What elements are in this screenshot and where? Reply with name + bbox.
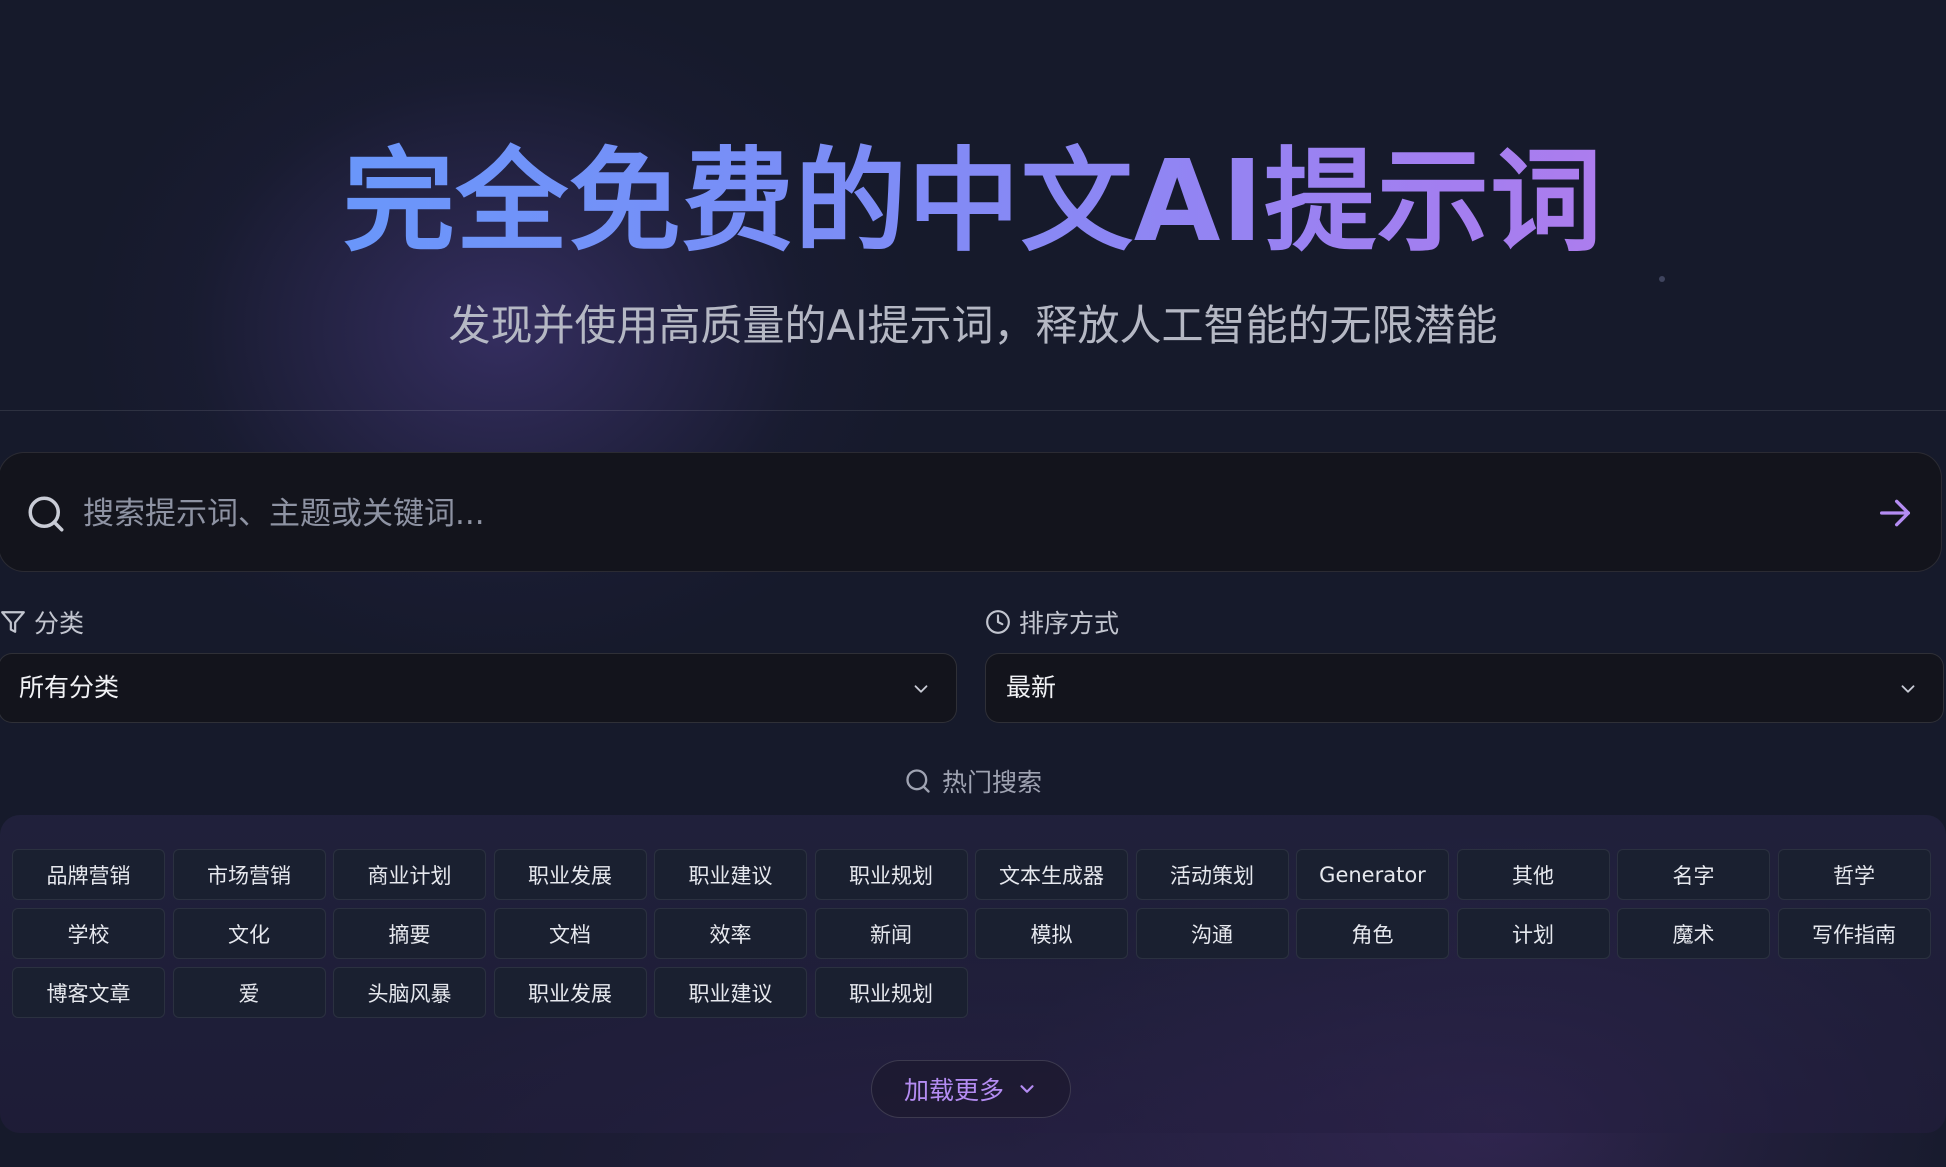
sort-select[interactable]: 最新 [985, 653, 1944, 723]
page-title: 完全免费的中文AI提示词 [0, 132, 1946, 272]
hot-tag[interactable]: 效率 [654, 908, 807, 959]
search-icon [28, 496, 64, 532]
hot-tag[interactable]: 职业规划 [814, 849, 968, 900]
hot-tag[interactable]: 名字 [1617, 849, 1770, 900]
category-label-text: 分类 [34, 609, 85, 638]
hot-tag[interactable]: 模拟 [975, 908, 1128, 959]
hot-search-heading: 热门搜索 [0, 763, 1946, 799]
chevron-down-icon [1020, 1085, 1034, 1093]
hot-tag[interactable]: 写作指南 [1777, 908, 1931, 959]
hot-tag[interactable]: 职业发展 [493, 967, 647, 1018]
hot-tag[interactable]: 文本生成器 [975, 849, 1128, 900]
hot-tag[interactable]: 博客文章 [12, 967, 165, 1018]
hot-tag[interactable]: 职业建议 [654, 849, 807, 900]
hot-tag[interactable]: 文化 [172, 908, 326, 959]
category-select-value: 所有分类 [19, 673, 120, 702]
hot-tag[interactable]: 学校 [12, 908, 165, 959]
sort-select-value: 最新 [1006, 673, 1057, 702]
hot-tag[interactable]: 哲学 [1777, 849, 1931, 900]
hot-tag[interactable]: 职业规划 [814, 967, 968, 1018]
hot-tag[interactable]: 商业计划 [333, 849, 486, 900]
search-input[interactable] [81, 483, 1785, 545]
hot-tag[interactable]: 头脑风暴 [333, 967, 486, 1018]
funnel-icon [1, 611, 25, 633]
search-icon [906, 769, 930, 793]
hot-tag[interactable]: 职业发展 [493, 849, 647, 900]
decorative-dot [1659, 276, 1665, 282]
load-more-label: 加载更多 [903, 1076, 1004, 1105]
arrow-right-icon[interactable] [1875, 493, 1915, 533]
hot-tag[interactable]: 摘要 [333, 908, 486, 959]
category-select[interactable]: 所有分类 [0, 653, 957, 723]
hot-tag[interactable]: 新闻 [814, 908, 968, 959]
chevron-down-icon [914, 685, 928, 693]
hot-tag[interactable]: 角色 [1296, 908, 1449, 959]
sort-label-text: 排序方式 [1019, 609, 1120, 638]
hot-tag[interactable]: 其他 [1456, 849, 1610, 900]
clock-icon [986, 610, 1010, 634]
hot-tag[interactable]: 市场营销 [172, 849, 326, 900]
hot-tag[interactable]: 爱 [172, 967, 326, 1018]
hot-search-label: 热门搜索 [941, 768, 1042, 797]
hot-tag[interactable]: 魔术 [1617, 908, 1770, 959]
hot-tag[interactable]: 职业建议 [654, 967, 807, 1018]
hot-tag[interactable]: Generator [1296, 849, 1449, 900]
hot-tag[interactable]: 计划 [1456, 908, 1610, 959]
hero-section: 完全免费的中文AI提示词 发现并使用高质量的AI提示词，释放人工智能的无限潜能 [0, 0, 1946, 411]
page-subtitle: 发现并使用高质量的AI提示词，释放人工智能的无限潜能 [448, 301, 1498, 350]
chevron-down-icon [1901, 685, 1915, 693]
sort-filter-label: 排序方式 [985, 605, 1119, 639]
load-more-button[interactable]: 加载更多 [871, 1060, 1071, 1118]
hot-tag[interactable]: 活动策划 [1135, 849, 1289, 900]
hot-tags-grid: 品牌营销 市场营销 商业计划 职业发展 职业建议 职业规划 文本生成器 活动策划 Generat… [12, 849, 1931, 1018]
search-bar [0, 452, 1942, 572]
hot-tag[interactable]: 沟通 [1135, 908, 1289, 959]
hot-tag[interactable]: 文档 [493, 908, 647, 959]
hot-tag[interactable]: 品牌营销 [12, 849, 165, 900]
category-filter-label: 分类 [0, 605, 84, 639]
